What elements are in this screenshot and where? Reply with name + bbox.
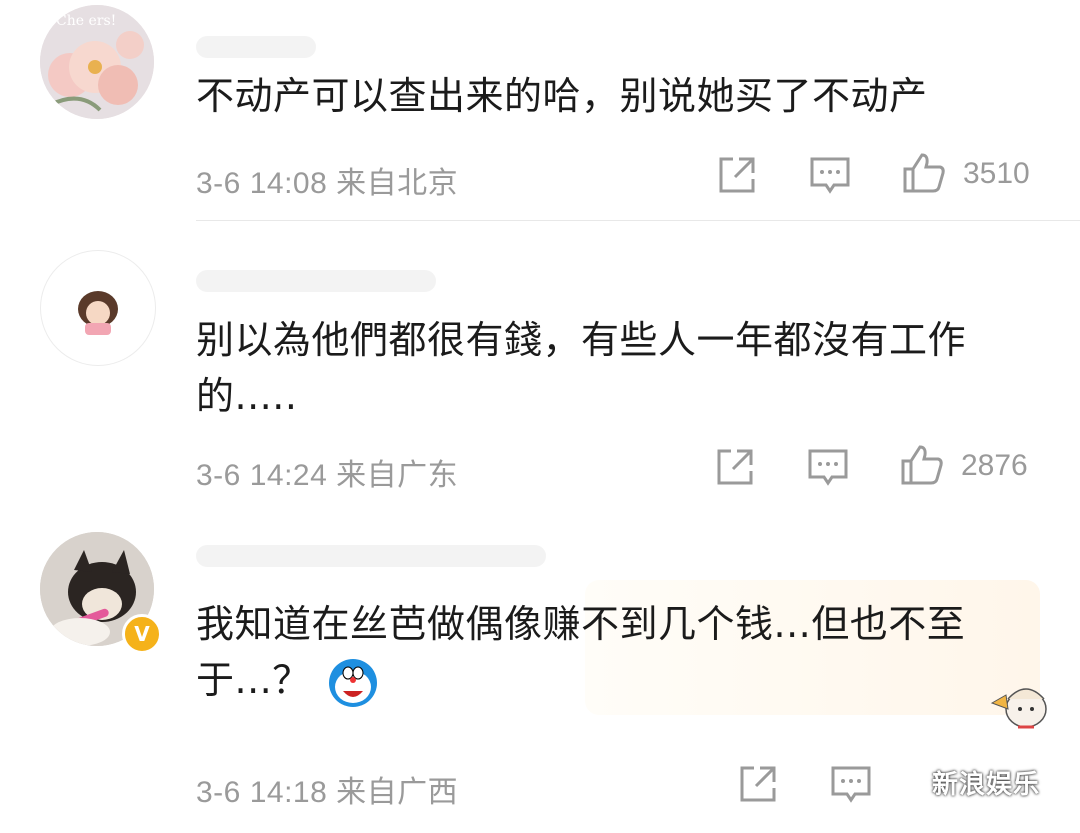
girl-avatar-image [78,291,118,335]
comment-time: 3-6 14:18 [196,776,328,809]
share-icon [719,157,755,193]
comment-text: 我知道在丝芭做偶像赚不到几个钱...但也不至于...？ [196,596,996,709]
comment-location: 来自北京 [336,167,459,200]
share-icon [717,449,753,485]
username-blurred[interactable] [196,36,316,58]
like-button[interactable] [900,443,944,487]
like-count: 3510 [963,157,1030,190]
comment-meta: 3-6 14:08 来自北京 [196,158,458,202]
like-icon [901,445,943,485]
divider [196,220,1080,221]
sticker-character [988,675,1058,735]
reply-button[interactable] [808,153,852,197]
avatar-caption: Che ers! [56,13,117,29]
share-icon [740,766,776,802]
comment-icon [831,766,871,803]
username-blurred[interactable] [196,545,546,567]
share-button[interactable] [715,153,759,197]
user-avatar[interactable] [40,250,156,366]
wechat-icon [894,766,928,792]
verified-badge: V [122,614,162,654]
reply-button[interactable] [806,445,850,489]
share-button[interactable] [713,445,757,489]
comment-time: 3-6 14:08 [196,167,328,200]
comment-text: 别以為他們都很有錢，有些人一年都沒有工作的..... [196,318,967,418]
comment-icon [808,449,848,486]
user-avatar[interactable]: Che ers! [40,5,154,119]
comment-meta: 3-6 14:24 来自广东 [196,450,458,494]
username-blurred[interactable] [196,270,436,292]
comment-time: 3-6 14:24 [196,459,328,492]
comment-text: 不动产可以查出来的哈，别说她买了不动产 [196,74,928,118]
comment-location: 来自广西 [336,776,459,809]
comment-meta: 3-6 14:18 来自广西 [196,767,458,811]
comment-text-content: 我知道在丝芭做偶像赚不到几个钱...但也不至于...？ [196,602,966,702]
like-button[interactable] [902,151,946,195]
like-icon [903,153,945,193]
watermark-text: 新浪娱乐 [932,770,1041,800]
share-button[interactable] [736,762,780,806]
comment-location: 来自广东 [336,459,459,492]
like-count: 2876 [961,449,1028,482]
comment-icon [810,157,850,194]
reply-button[interactable] [829,762,873,806]
doraemon-emoji [327,657,379,709]
